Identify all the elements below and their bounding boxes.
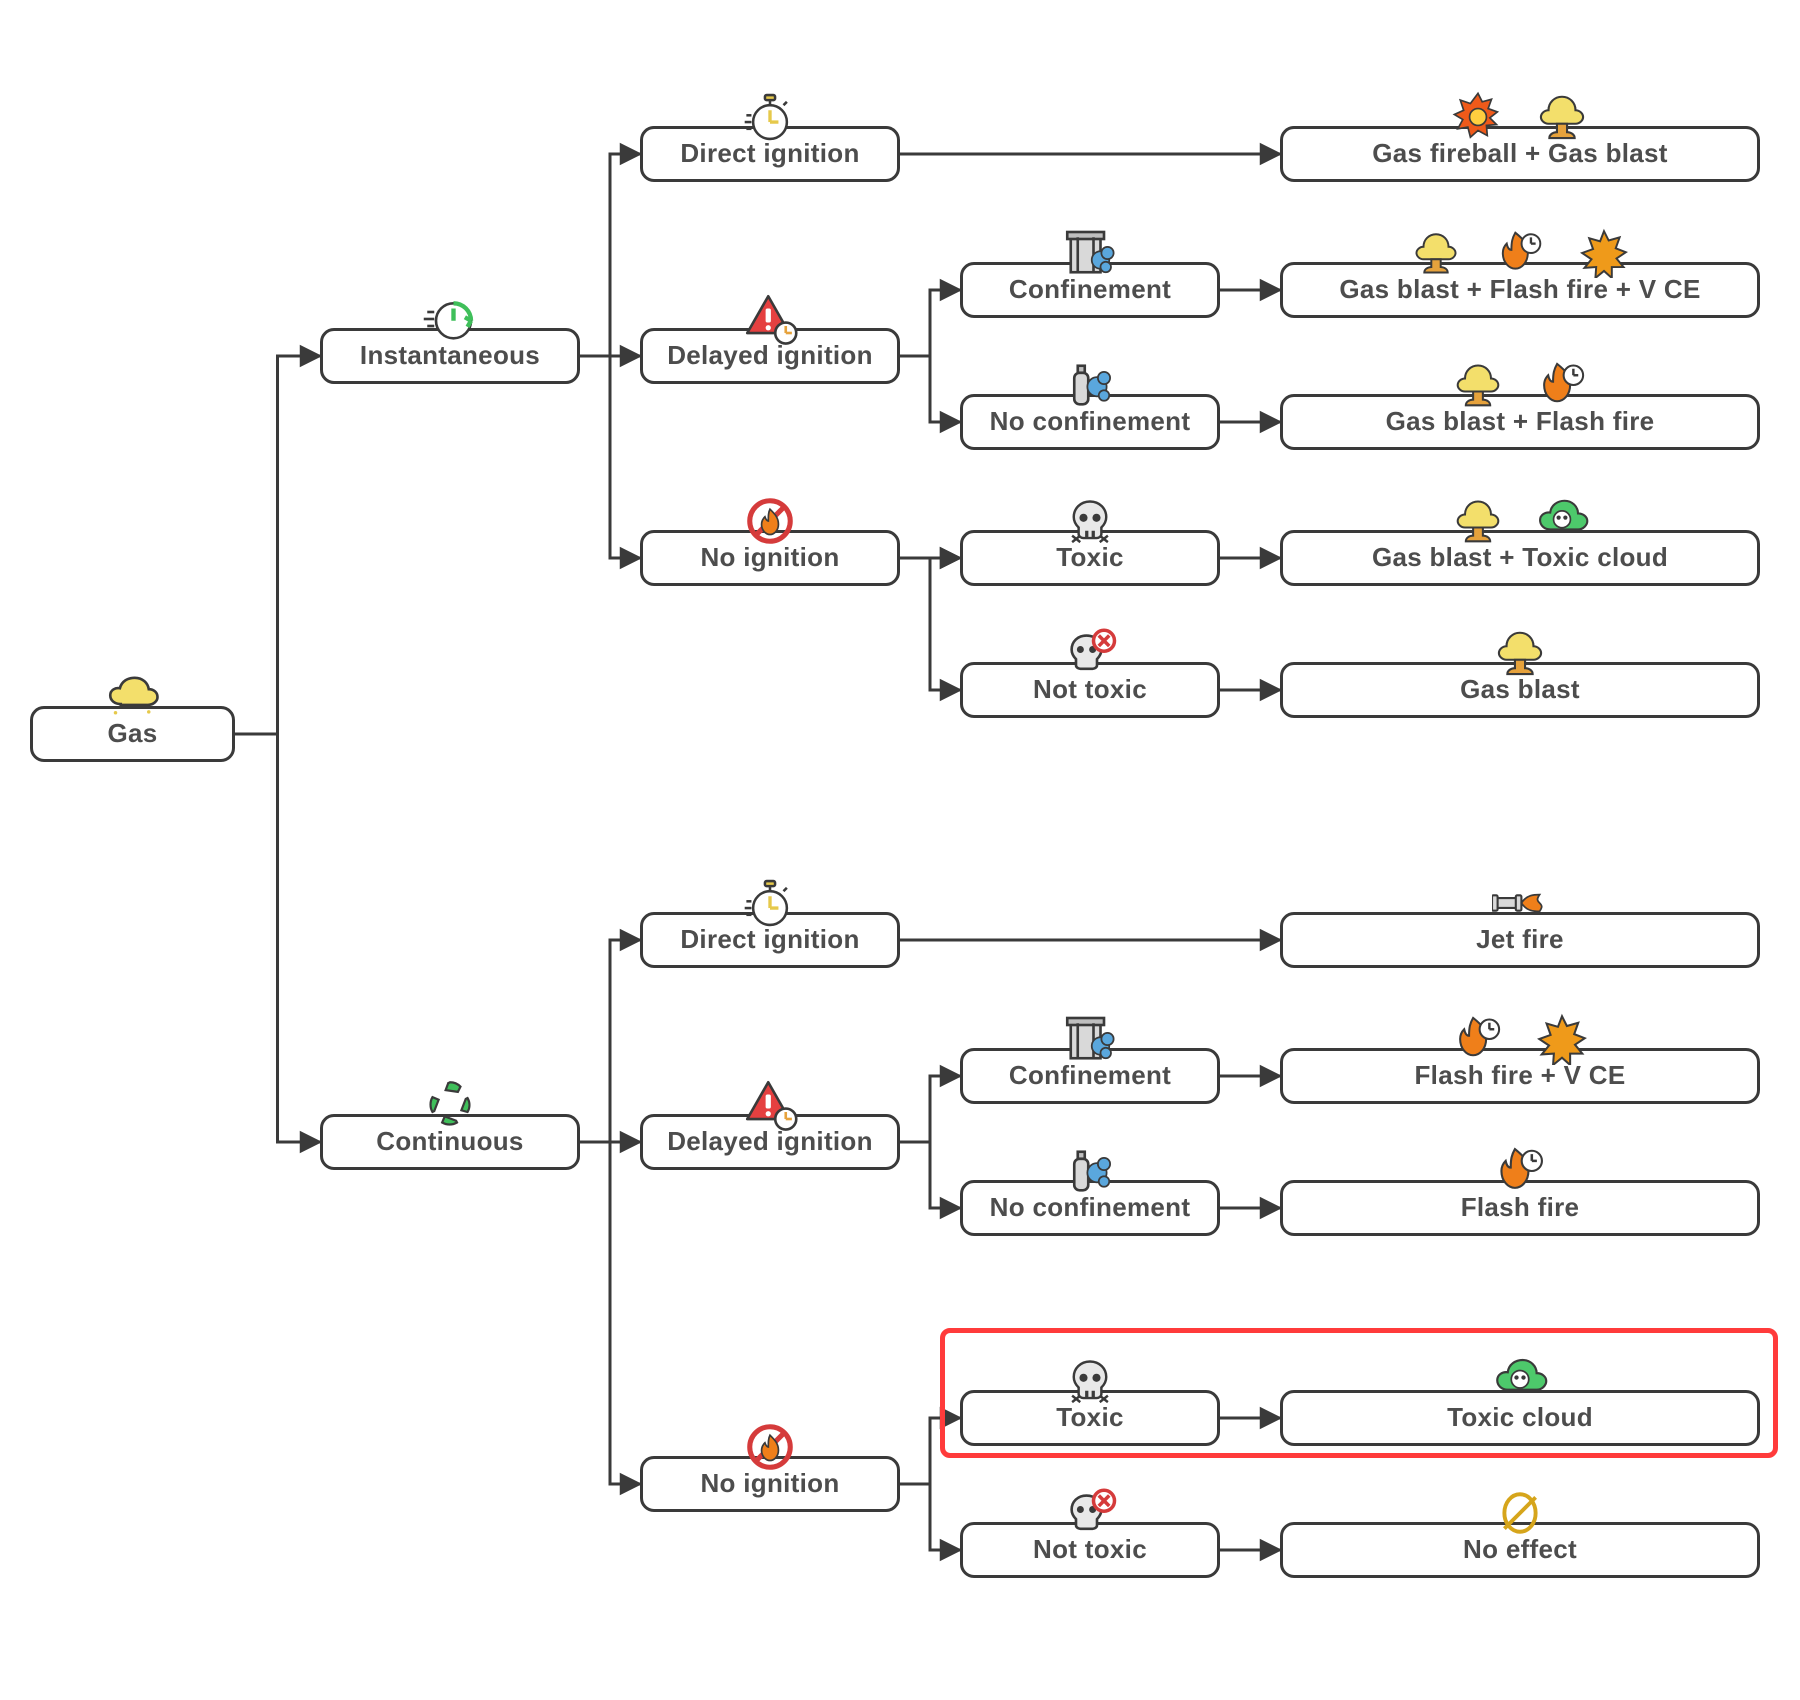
building-gas-icon	[1062, 225, 1118, 281]
node-cont-confinement: Confinement	[960, 1048, 1220, 1104]
node-instantaneous: Instantaneous	[320, 328, 580, 384]
jet-fire-icon	[1492, 875, 1548, 931]
clock-arrow-icon	[422, 291, 478, 347]
recycle-icon	[422, 1077, 478, 1133]
cylinder-gas-icon	[1062, 1143, 1118, 1199]
node-out-cont-conf: Flash fire + V CE	[1280, 1048, 1760, 1104]
node-out-cont-not-toxic: No effect	[1280, 1522, 1760, 1578]
node-inst-direct-ignition: Direct ignition	[640, 126, 900, 182]
node-cont-direct-ignition: Direct ignition	[640, 912, 900, 968]
toxic-cloud-icon	[1534, 493, 1590, 549]
node-out-inst-not-toxic: Gas blast	[1280, 662, 1760, 718]
node-inst-not-toxic: Not toxic	[960, 662, 1220, 718]
mushroom-cloud-icon	[1450, 493, 1506, 549]
skull-x-icon	[1062, 625, 1118, 681]
node-cont-toxic: Toxic	[960, 1390, 1220, 1446]
mushroom-cloud-icon	[1408, 225, 1464, 281]
node-out-inst-conf: Gas blast + Flash fire + V CE	[1280, 262, 1760, 318]
mushroom-cloud-icon	[1450, 357, 1506, 413]
alert-clock-icon	[742, 291, 798, 347]
explosion-star-icon	[1534, 1011, 1590, 1067]
node-out-cont-direct: Jet fire	[1280, 912, 1760, 968]
node-inst-no-ignition: No ignition	[640, 530, 900, 586]
node-cont-not-toxic: Not toxic	[960, 1522, 1220, 1578]
flash-fire-icon	[1492, 1143, 1548, 1199]
explosion-star-icon	[1576, 225, 1632, 281]
skull-icon	[1062, 493, 1118, 549]
node-cont-delayed-ignition: Delayed ignition	[640, 1114, 900, 1170]
node-inst-no-confinement: No confinement	[960, 394, 1220, 450]
flash-fire-icon	[1492, 225, 1548, 281]
node-continuous: Continuous	[320, 1114, 580, 1170]
stopwatch-icon	[742, 875, 798, 931]
node-inst-confinement: Confinement	[960, 262, 1220, 318]
node-cont-no-confinement: No confinement	[960, 1180, 1220, 1236]
node-out-cont-noconf: Flash fire	[1280, 1180, 1760, 1236]
stopwatch-icon	[742, 89, 798, 145]
no-fire-icon	[742, 493, 798, 549]
node-cont-no-ignition: No ignition	[640, 1456, 900, 1512]
no-effect-icon	[1492, 1485, 1548, 1541]
toxic-cloud-icon	[1492, 1353, 1548, 1409]
cylinder-gas-icon	[1062, 357, 1118, 413]
node-out-inst-noconf: Gas blast + Flash fire	[1280, 394, 1760, 450]
alert-clock-icon	[742, 1077, 798, 1133]
fireball-icon	[1450, 89, 1506, 145]
skull-icon	[1062, 1353, 1118, 1409]
node-out-inst-toxic: Gas blast + Toxic cloud	[1280, 530, 1760, 586]
mushroom-cloud-icon	[1534, 89, 1590, 145]
mushroom-cloud-icon	[1492, 625, 1548, 681]
node-out-inst-direct: Gas fireball + Gas blast	[1280, 126, 1760, 182]
building-gas-icon	[1062, 1011, 1118, 1067]
node-inst-delayed-ignition: Delayed ignition	[640, 328, 900, 384]
event-tree-diagram: Gas Instantaneous Continuous Direct igni…	[0, 0, 1800, 1700]
node-inst-toxic: Toxic	[960, 530, 1220, 586]
skull-x-icon	[1062, 1485, 1118, 1541]
node-out-cont-toxic: Toxic cloud	[1280, 1390, 1760, 1446]
flash-fire-icon	[1534, 357, 1590, 413]
flash-fire-icon	[1450, 1011, 1506, 1067]
gas-cloud-icon	[105, 669, 161, 725]
no-fire-icon	[742, 1419, 798, 1475]
node-gas: Gas	[30, 706, 235, 762]
